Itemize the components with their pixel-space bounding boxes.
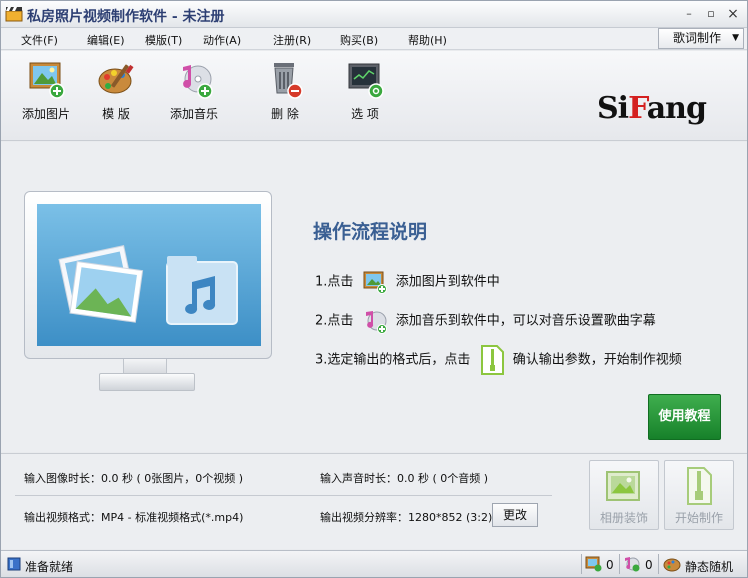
change-format-button[interactable]: 更改 (492, 503, 538, 527)
image-duration-text: 输入图像时长：0.0 秒 ( 0张图片，0个视频 ) (24, 472, 244, 485)
menu-buy[interactable]: 购买(B) (340, 32, 378, 48)
status-bar: 准备就绪 0 0 静态随机 (1, 550, 747, 577)
audio-duration-text: 输入声音时长：0.0 秒 ( 0个音频 ) (320, 472, 489, 485)
add-music-label: 添加音乐 (169, 107, 218, 121)
status-music-count-icon (625, 557, 640, 572)
maximize-button[interactable]: ▫ (703, 7, 719, 21)
status-separator (658, 554, 659, 574)
status-image-count: 0 (606, 558, 614, 572)
status-image-count-icon (585, 556, 602, 572)
album-decoration-label: 相册装饰 (599, 511, 648, 525)
menu-help[interactable]: 帮助(H) (408, 32, 447, 48)
minimize-button[interactable]: – (681, 7, 697, 21)
title-bar[interactable]: 私房照片视频制作软件 - 未注册 – ▫ × (1, 1, 747, 28)
album-decoration-icon (606, 471, 640, 501)
menu-file[interactable]: 文件(F) (21, 32, 58, 48)
photo-music-illustration-icon (58, 245, 238, 325)
guide-step-3: 3.选定输出的格式后，点击 确认输出参数，开始制作视频 (315, 345, 682, 375)
status-palette-icon (663, 558, 681, 572)
add-image-small-icon (363, 271, 387, 294)
monitor-stand-neck (123, 359, 167, 373)
monitor-stand-base (99, 373, 195, 391)
status-ready-text: 准备就绪 (25, 560, 74, 574)
chevron-down-icon: ▼ (732, 33, 739, 43)
zip-file-icon (687, 467, 712, 505)
start-make-button[interactable]: 开始制作 (664, 460, 734, 530)
info-panel: 输入图像时长：0.0 秒 ( 0张图片，0个视频 ) 输入声音时长：0.0 秒 … (1, 453, 747, 549)
options-button[interactable]: 选 项 (330, 57, 400, 129)
add-music-small-icon (365, 311, 387, 334)
step1-text: 添加图片到软件中 (395, 274, 500, 290)
info-divider (15, 495, 552, 496)
album-decoration-button[interactable]: 相册装饰 (589, 460, 659, 530)
status-mode-text[interactable]: 静态随机 (685, 558, 733, 575)
add-music-button[interactable]: 添加音乐 (159, 57, 229, 129)
main-area: 操作流程说明 1.点击 添加图片到软件中 2.点击 添加音乐到软件中，可以对音乐… (1, 142, 747, 452)
status-music-count: 0 (645, 558, 653, 572)
add-image-icon (29, 62, 65, 99)
add-image-label: 添加图片 (21, 107, 70, 121)
app-clapper-icon (5, 7, 23, 22)
guide-step-2: 2.点击 添加音乐到软件中，可以对音乐设置歌曲字幕 (315, 308, 656, 334)
menu-edit[interactable]: 编辑(E) (87, 32, 125, 48)
menu-register[interactable]: 注册(R) (273, 32, 311, 48)
start-make-label: 开始制作 (674, 511, 723, 525)
monitor-screen (37, 204, 261, 346)
app-window: 私房照片视频制作软件 - 未注册 – ▫ × 文件(F) 编辑(E) 模版(T)… (0, 0, 748, 578)
lyric-button-label: 歌词制作 (673, 31, 722, 45)
delete-button[interactable]: 删 除 (250, 57, 320, 129)
status-separator (619, 554, 620, 574)
step3-text: 确认输出参数，开始制作视频 (512, 352, 682, 368)
step2-text: 添加音乐到软件中，可以对音乐设置歌曲字幕 (395, 313, 656, 329)
output-resolution-text: 输出视频分辨率：1280*852 (3:2) (320, 511, 493, 524)
window-title: 私房照片视频制作软件 - 未注册 (27, 9, 225, 25)
template-label: 模 版 (102, 107, 130, 121)
delete-label: 删 除 (271, 107, 299, 121)
step3-prefix: 3.选定输出的格式后，点击 (315, 352, 471, 368)
step2-prefix: 2.点击 (315, 313, 354, 329)
trash-icon (274, 63, 303, 99)
options-label: 选 项 (351, 107, 379, 121)
template-button[interactable]: 模 版 (81, 57, 151, 129)
menu-action[interactable]: 动作(A) (203, 32, 241, 48)
menu-template[interactable]: 模版(T) (145, 32, 182, 48)
guide-title: 操作流程说明 (313, 221, 428, 243)
tutorial-button[interactable]: 使用教程 (648, 394, 721, 440)
status-separator (581, 554, 582, 574)
close-button[interactable]: × (725, 7, 741, 21)
add-music-icon (183, 65, 213, 99)
menu-bar: 文件(F) 编辑(E) 模版(T) 动作(A) 注册(R) 购买(B) 帮助(H… (1, 28, 747, 50)
status-film-icon (7, 557, 21, 571)
options-icon (348, 63, 384, 99)
output-format-text: 输出视频格式：MP4 - 标准视频格式(*.mp4) (24, 511, 244, 524)
guide-step-1: 1.点击 添加图片到软件中 (315, 270, 500, 294)
add-image-button[interactable]: 添加图片 (11, 57, 81, 129)
sifang-logo: SiFang (597, 91, 707, 126)
palette-icon (98, 64, 134, 94)
lyric-dropdown-button[interactable]: 歌词制作 ▼ (658, 28, 744, 49)
step1-prefix: 1.点击 (315, 274, 354, 290)
start-make-small-icon (480, 345, 504, 375)
monitor-illustration (24, 191, 272, 359)
